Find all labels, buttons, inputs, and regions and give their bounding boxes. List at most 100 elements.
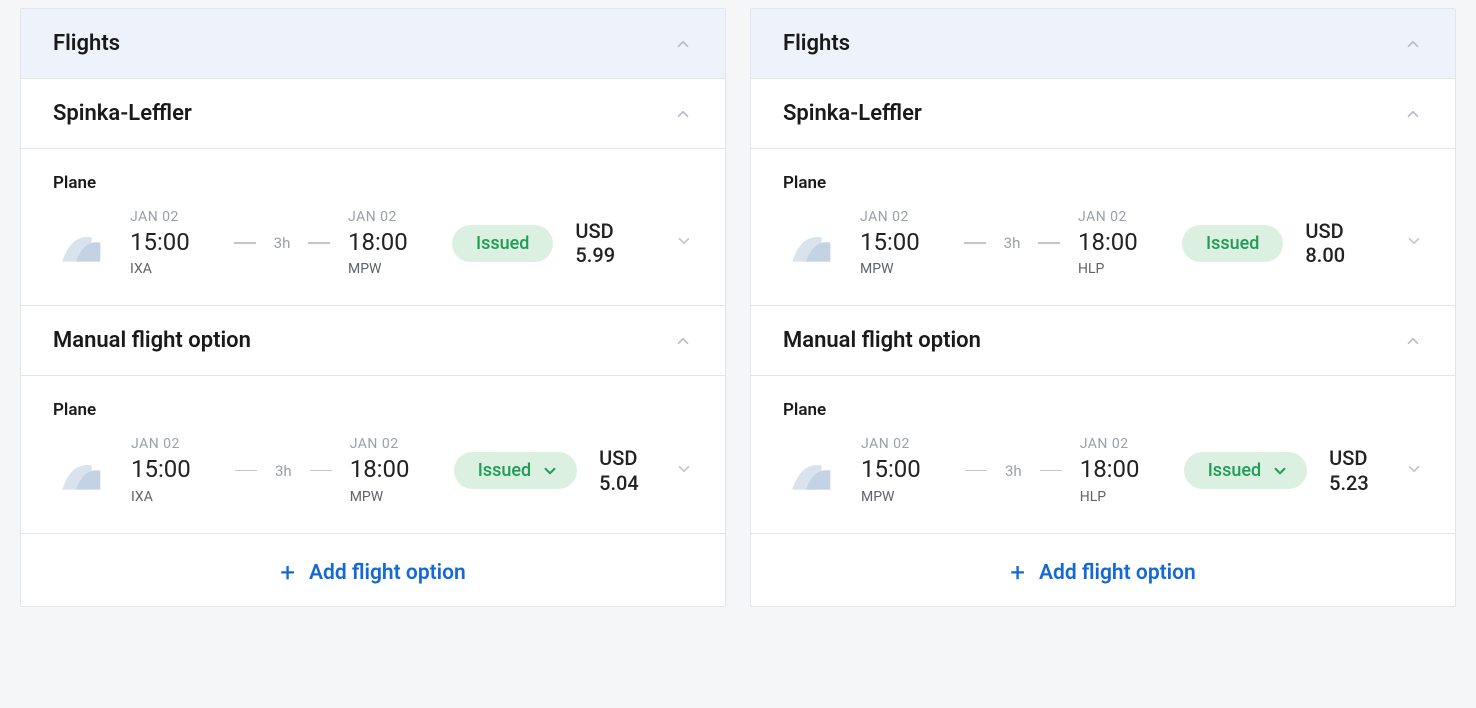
price-amount: 8.00 <box>1305 243 1345 267</box>
arrival-block: JAN 02 18:00 MPW <box>350 436 436 504</box>
status-label: Issued <box>1206 233 1259 254</box>
separator-dash <box>1040 470 1062 472</box>
flights-section-header[interactable]: Flights <box>751 9 1455 79</box>
expand-row-button[interactable] <box>675 232 693 254</box>
price-label: USD 8.00 <box>1305 219 1387 267</box>
arrival-time: 18:00 <box>1080 456 1140 482</box>
chevron-up-icon[interactable] <box>673 34 693 54</box>
arrival-block: JAN 02 18:00 HLP <box>1078 209 1164 277</box>
arrival-block: JAN 02 18:00 HLP <box>1080 436 1166 504</box>
status-dropdown[interactable]: Issued <box>454 452 577 489</box>
departure-date: JAN 02 <box>131 436 180 452</box>
separator-dash <box>965 470 987 472</box>
flights-panel: Flights Spinka-Leffler Plane JAN 02 15:00 MPW… <box>750 8 1456 607</box>
flight-row: JAN 0215:00IXA3hJAN 0218:00MPWIssuedUSD … <box>53 209 693 277</box>
separator-dash <box>235 470 257 472</box>
price-label: USD 5.99 <box>575 219 657 267</box>
arrival-time: 18:00 <box>1078 229 1138 255</box>
separator-dash <box>308 242 330 244</box>
flight-mode-label: Plane <box>783 173 1423 193</box>
flights-section-header[interactable]: Flights <box>21 9 725 79</box>
departure-block: JAN 02 15:00 IXA <box>131 436 217 504</box>
arrival-code: MPW <box>348 261 381 277</box>
status-label: Issued <box>478 460 531 481</box>
expand-row-button[interactable] <box>675 460 693 482</box>
chevron-up-icon[interactable] <box>1403 104 1423 124</box>
separator-dash <box>310 470 332 472</box>
flight-segment: PlaneJAN 0215:00MPW3hJAN 0218:00HLPIssue… <box>751 149 1455 306</box>
chevron-up-icon[interactable] <box>1403 34 1423 54</box>
departure-time: 15:00 <box>131 456 191 482</box>
flights-panel: Flights Spinka-Leffler Plane JAN 02 15:00 IXA… <box>20 8 726 607</box>
flight-segment: Plane JAN 02 15:00 MPW 3h JAN 02 18:00 HLP Issue… <box>751 376 1455 533</box>
chevron-down-icon <box>1271 462 1289 480</box>
price-label: USD5.23 <box>1329 446 1369 496</box>
chevron-up-icon[interactable] <box>673 104 693 124</box>
provider-section-header[interactable]: Spinka-Leffler <box>21 79 725 149</box>
price-currency: USD <box>1329 446 1369 471</box>
departure-time: 15:00 <box>861 456 921 482</box>
manual-option-title: Manual flight option <box>783 328 981 353</box>
expand-row-button[interactable] <box>1405 460 1423 482</box>
arrival-date: JAN 02 <box>348 209 397 225</box>
provider-name: Spinka-Leffler <box>783 101 922 126</box>
separator-dash <box>1038 242 1060 244</box>
add-flight-option-button[interactable]: + Add flight option <box>751 534 1455 606</box>
provider-section-header[interactable]: Spinka-Leffler <box>751 79 1455 149</box>
plus-icon: + <box>1010 560 1025 586</box>
departure-block: JAN 0215:00MPW <box>860 209 946 277</box>
provider-name: Spinka-Leffler <box>53 101 192 126</box>
price-amount: 5.99 <box>575 243 615 267</box>
departure-code: IXA <box>130 261 152 277</box>
chevron-down-icon <box>541 462 559 480</box>
price-currency: USD <box>599 446 639 471</box>
chevron-up-icon[interactable] <box>1403 331 1423 351</box>
duration-label: 3h <box>1004 234 1021 252</box>
arrival-time: 18:00 <box>348 229 408 255</box>
arrival-date: JAN 02 <box>1078 209 1127 225</box>
arrival-code: HLP <box>1078 261 1104 277</box>
duration-label: 3h <box>275 462 292 480</box>
departure-time: 15:00 <box>860 229 920 255</box>
flight-mode-label: Plane <box>53 173 693 193</box>
status-label: Issued <box>1208 460 1261 481</box>
status-label: Issued <box>476 233 529 254</box>
flight-row: JAN 02 15:00 IXA 3h JAN 02 18:00 MPW Issued USD5… <box>53 436 693 504</box>
chevron-up-icon[interactable] <box>673 331 693 351</box>
price-amount: 5.23 <box>1329 471 1369 496</box>
price-amount: 5.04 <box>599 471 639 496</box>
departure-date: JAN 02 <box>860 209 909 225</box>
flight-segment: Plane JAN 02 15:00 IXA 3h JAN 02 18:00 MPW Issue… <box>21 376 725 533</box>
plus-icon: + <box>280 560 295 586</box>
add-flight-option-label: Add flight option <box>1039 561 1196 585</box>
separator-dash <box>964 242 986 244</box>
expand-row-button[interactable] <box>1405 232 1423 254</box>
arrival-code: MPW <box>350 489 383 505</box>
plane-icon <box>783 221 842 265</box>
arrival-time: 18:00 <box>350 456 410 482</box>
add-flight-option-label: Add flight option <box>309 561 466 585</box>
price-currency: USD <box>1305 219 1343 243</box>
add-flight-option-button[interactable]: + Add flight option <box>21 534 725 606</box>
departure-code: MPW <box>861 489 894 505</box>
separator-dash <box>234 242 256 244</box>
manual-option-header[interactable]: Manual flight option <box>21 306 725 376</box>
status-badge: Issued <box>1182 225 1283 262</box>
arrival-date: JAN 02 <box>1080 436 1129 452</box>
arrival-code: HLP <box>1080 489 1106 505</box>
price-currency: USD <box>575 219 613 243</box>
flight-mode-label: Plane <box>783 400 1423 420</box>
departure-code: IXA <box>131 489 153 505</box>
plane-icon <box>783 449 843 493</box>
duration-label: 3h <box>1005 462 1022 480</box>
flight-segment: PlaneJAN 0215:00IXA3hJAN 0218:00MPWIssue… <box>21 149 725 306</box>
duration-label: 3h <box>274 234 291 252</box>
status-dropdown[interactable]: Issued <box>1184 452 1307 489</box>
status-badge: Issued <box>452 225 553 262</box>
manual-option-title: Manual flight option <box>53 328 251 353</box>
manual-option-header[interactable]: Manual flight option <box>751 306 1455 376</box>
flight-row: JAN 02 15:00 MPW 3h JAN 02 18:00 HLP Issued USD5… <box>783 436 1423 504</box>
plane-icon <box>53 221 112 265</box>
arrival-date: JAN 02 <box>350 436 399 452</box>
flight-mode-label: Plane <box>53 400 693 420</box>
